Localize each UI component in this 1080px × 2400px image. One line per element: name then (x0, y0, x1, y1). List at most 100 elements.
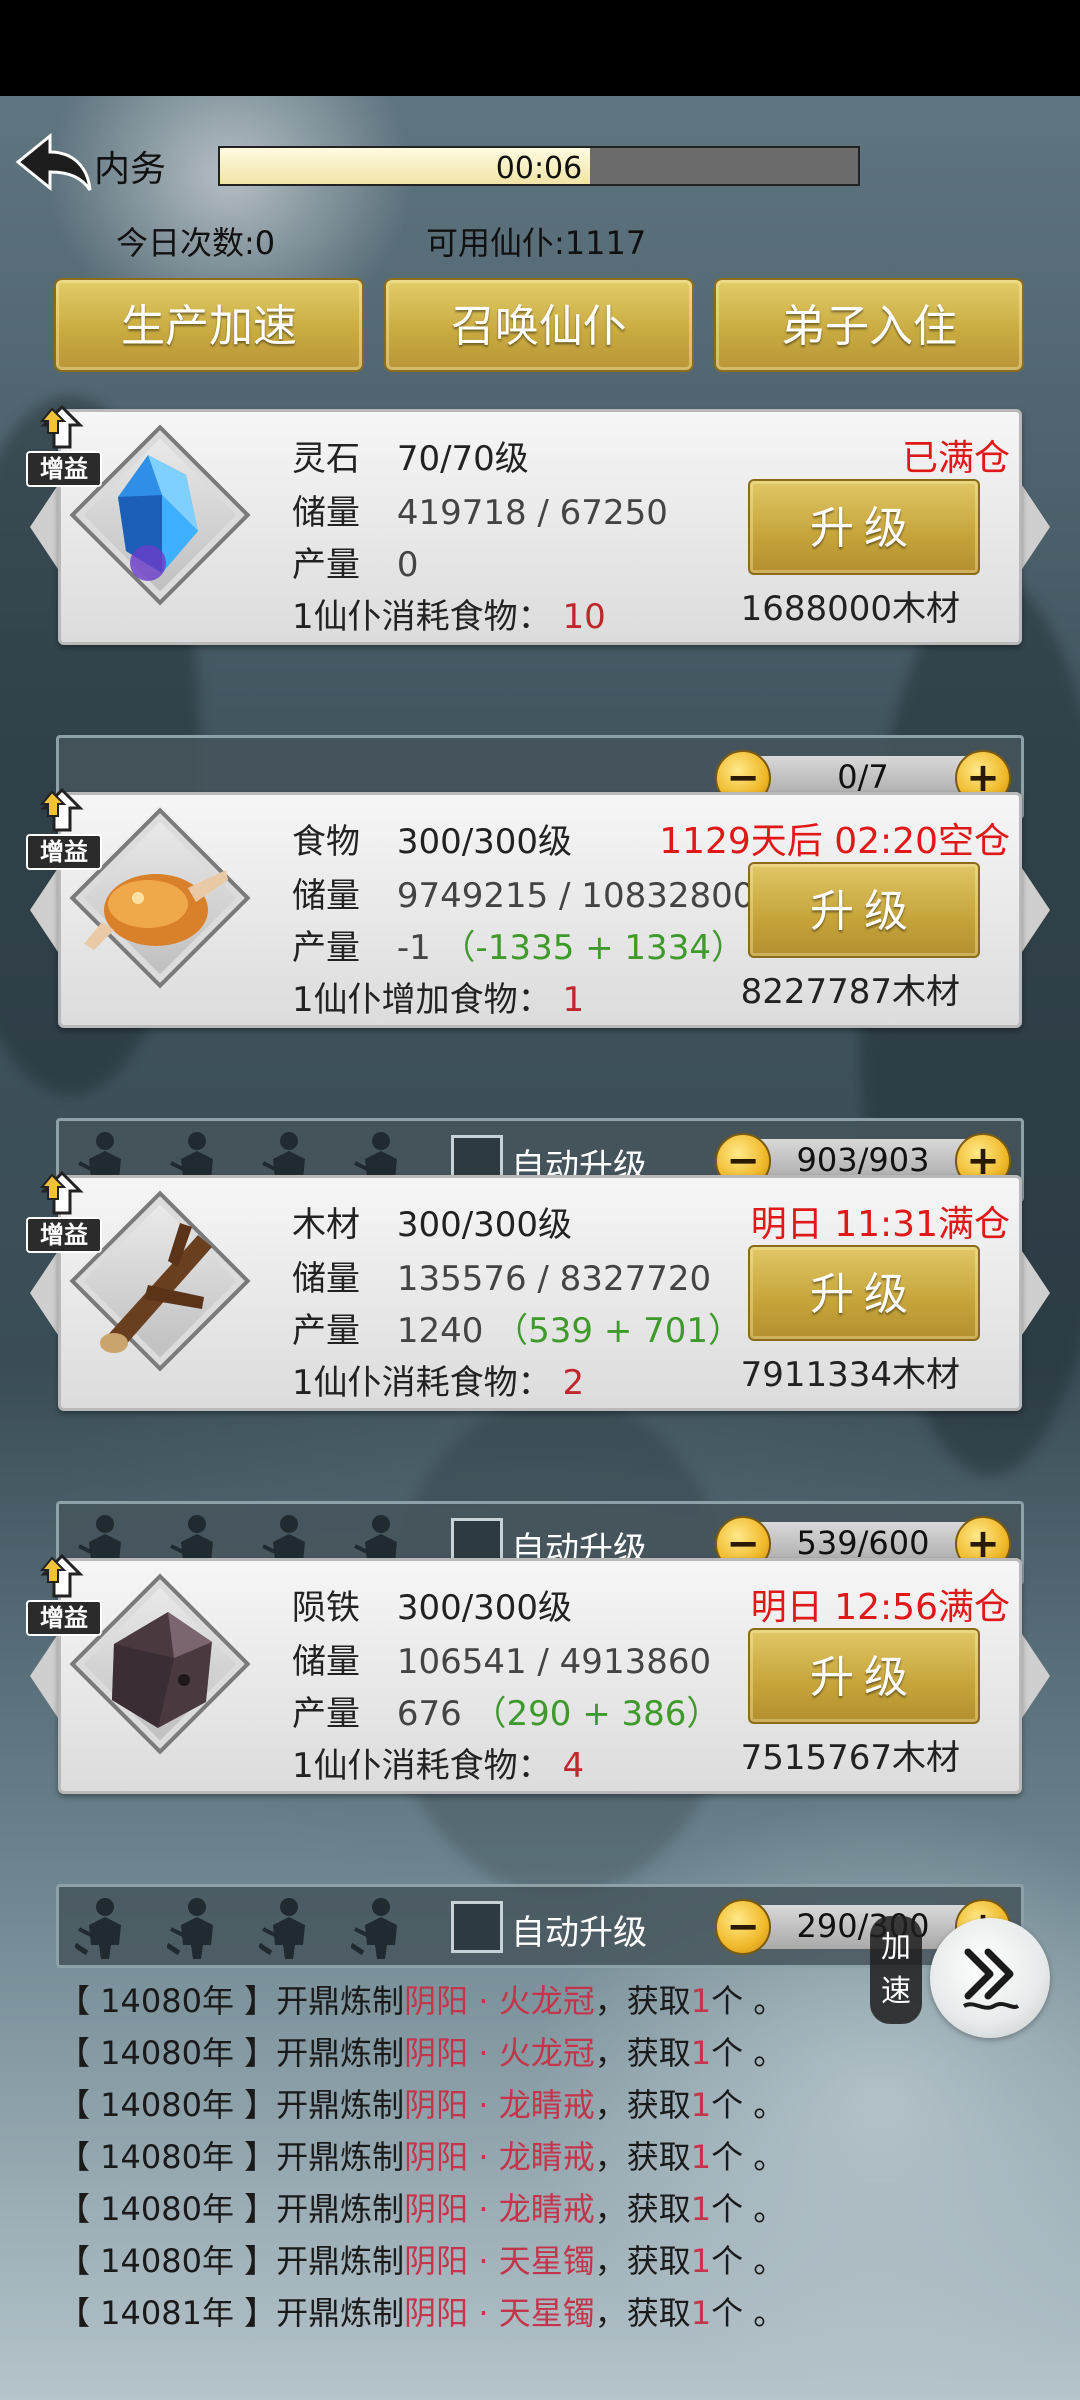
roast-chicken-icon[interactable] (78, 818, 238, 978)
upgrade-wood-cost: 1688000木材 (740, 589, 960, 629)
cost-label: 1仙仆消耗食物： (292, 1746, 552, 1786)
storage-value: 419718 / 67250 (396, 493, 668, 533)
auto-upgrade-checkbox[interactable] (451, 1901, 503, 1953)
production-boost-button[interactable]: 生产加速 (54, 278, 364, 372)
log-count: 1 (690, 2190, 712, 2228)
fast-forward-button[interactable] (930, 1918, 1050, 2038)
card-right-ornament (1018, 1245, 1050, 1341)
today-count: 今日次数:0 (116, 224, 276, 262)
output-label: 产量 (292, 545, 360, 585)
worker-silhouette-icon (165, 1895, 227, 1959)
log-tail: ，获取 (594, 2190, 691, 2228)
log-year: 【 14081年 】 (58, 2294, 277, 2332)
log-count: 1 (690, 2034, 712, 2072)
output-detail: （290 + 386） (472, 1694, 721, 1734)
log-action: 开鼎炼制 (276, 2190, 405, 2228)
upgrade-button[interactable]: 升级 (748, 862, 980, 958)
card-right-ornament (1018, 1628, 1050, 1724)
cost-label: 1仙仆消耗食物： (292, 597, 552, 637)
log-year: 【 14080年 】 (58, 2034, 277, 2072)
storage-status: 明日 12:56满仓 (750, 1587, 1010, 1628)
worker-silhouette-icon (349, 1895, 411, 1959)
log-count: 1 (690, 2086, 712, 2124)
resource-name: 木材 (292, 1205, 360, 1245)
cost-row: 1仙仆消耗食物： 2 (292, 1355, 584, 1404)
output-row: 产量 -1 （-1335 + 1334） (292, 920, 745, 969)
output-value: -1 (396, 928, 431, 968)
upgrade-button[interactable]: 升级 (748, 479, 980, 575)
buff-arrow-icon (39, 404, 84, 449)
output-value: 676 (396, 1694, 462, 1734)
storage-label: 储量 (292, 1259, 360, 1299)
fast-forward-icon (962, 1948, 1020, 2010)
log-line: 【 14080年 】开鼎炼制阴阳 · 龙睛戒，获取1个 。 (58, 2132, 785, 2178)
wood-log-icon[interactable] (78, 1201, 238, 1361)
log-action: 开鼎炼制 (276, 2086, 405, 2124)
main-screen: 内务 00:06 今日次数:0 可用仙仆:1117 生产加速 召唤仙仆 弟子入住… (0, 96, 1080, 2400)
log-action: 开鼎炼制 (276, 1982, 405, 2020)
minus-icon: − (726, 1904, 760, 1950)
storage-value: 135576 / 8327720 (396, 1259, 712, 1299)
timer-text: 00:06 (495, 151, 583, 186)
meteorite-iron-icon[interactable] (78, 1584, 238, 1744)
storage-label: 储量 (292, 493, 360, 533)
output-label: 产量 (292, 1694, 360, 1734)
resource-level: 300/300级 (396, 1588, 573, 1628)
log-unit: 个 。 (711, 2190, 786, 2228)
log-tail: ，获取 (594, 2138, 691, 2176)
output-detail: （539 + 701） (494, 1311, 743, 1351)
buff-badge[interactable]: 增益 (26, 1170, 102, 1257)
page-title: 内务 (94, 149, 167, 190)
log-tail: ，获取 (594, 2242, 691, 2280)
log-item: 阴阳 · 火龙冠 (404, 1982, 595, 2020)
upgrade-button[interactable]: 升级 (748, 1245, 980, 1341)
log-action: 开鼎炼制 (276, 2138, 405, 2176)
resource-level: 70/70级 (396, 439, 529, 479)
log-line: 【 14081年 】开鼎炼制阴阳 · 天星镯，获取1个 。 (58, 2288, 785, 2334)
summon-servant-button[interactable]: 召唤仙仆 (384, 278, 694, 372)
available-servants: 可用仙仆:1117 (426, 224, 647, 262)
output-detail: （-1335 + 1334） (441, 928, 745, 968)
log-unit: 个 。 (711, 2086, 786, 2124)
log-item: 阴阳 · 火龙冠 (404, 2034, 595, 2072)
output-value: 1240 (396, 1311, 484, 1351)
log-year: 【 14080年 】 (58, 2138, 277, 2176)
log-year: 【 14080年 】 (58, 2086, 277, 2124)
log-tail: ，获取 (594, 1982, 691, 2020)
back-button[interactable] (14, 130, 94, 194)
log-action: 开鼎炼制 (276, 2034, 405, 2072)
cost-value: 10 (562, 597, 606, 637)
log-unit: 个 。 (711, 2294, 786, 2332)
decrease-button[interactable]: − (715, 1899, 771, 1955)
log-unit: 个 。 (711, 1982, 786, 2020)
buff-badge[interactable]: 增益 (26, 787, 102, 874)
buff-badge[interactable]: 增益 (26, 404, 102, 491)
speed-label-char-1: 加 (881, 1930, 911, 1965)
resource-name: 食物 (292, 822, 360, 862)
card-right-ornament (1018, 862, 1050, 958)
log-tail: ，获取 (594, 2086, 691, 2124)
buff-badge[interactable]: 增益 (26, 1553, 102, 1640)
resource-name: 陨铁 (292, 1588, 360, 1628)
storage-row: 储量 419718 / 67250 (292, 485, 668, 534)
upgrade-button[interactable]: 升级 (748, 1628, 980, 1724)
log-line: 【 14080年 】开鼎炼制阴阳 · 火龙冠，获取1个 。 (58, 1976, 785, 2022)
cost-label: 1仙仆增加食物： (292, 980, 552, 1020)
production-timer: 00:06 (218, 146, 860, 186)
storage-value: 9749215 / 10832800 (396, 876, 755, 916)
log-line: 【 14080年 】开鼎炼制阴阳 · 龙睛戒，获取1个 。 (58, 2184, 785, 2230)
storage-row: 储量 9749215 / 10832800 (292, 868, 754, 917)
spirit-stone-icon[interactable] (78, 435, 238, 595)
resource-card-0: 增益 灵石 70/70级 储量 419718 / 67250 产量 0 1仙仆消… (26, 404, 1050, 645)
log-item: 阴阳 · 天星镯 (404, 2294, 595, 2332)
storage-status: 1129天后 02:20空仓 (659, 821, 1010, 862)
resource-name-row: 食物 300/300级 (292, 814, 572, 863)
buff-arrow-icon (39, 1553, 84, 1598)
storage-row: 储量 106541 / 4913860 (292, 1634, 711, 1683)
resource-level: 300/300级 (396, 822, 573, 862)
storage-status: 已满仓 (901, 438, 1010, 479)
log-item: 阴阳 · 天星镯 (404, 2242, 595, 2280)
output-row: 产量 0 (292, 537, 418, 586)
disciple-move-in-button[interactable]: 弟子入住 (714, 278, 1024, 372)
storage-value: 106541 / 4913860 (396, 1642, 712, 1682)
